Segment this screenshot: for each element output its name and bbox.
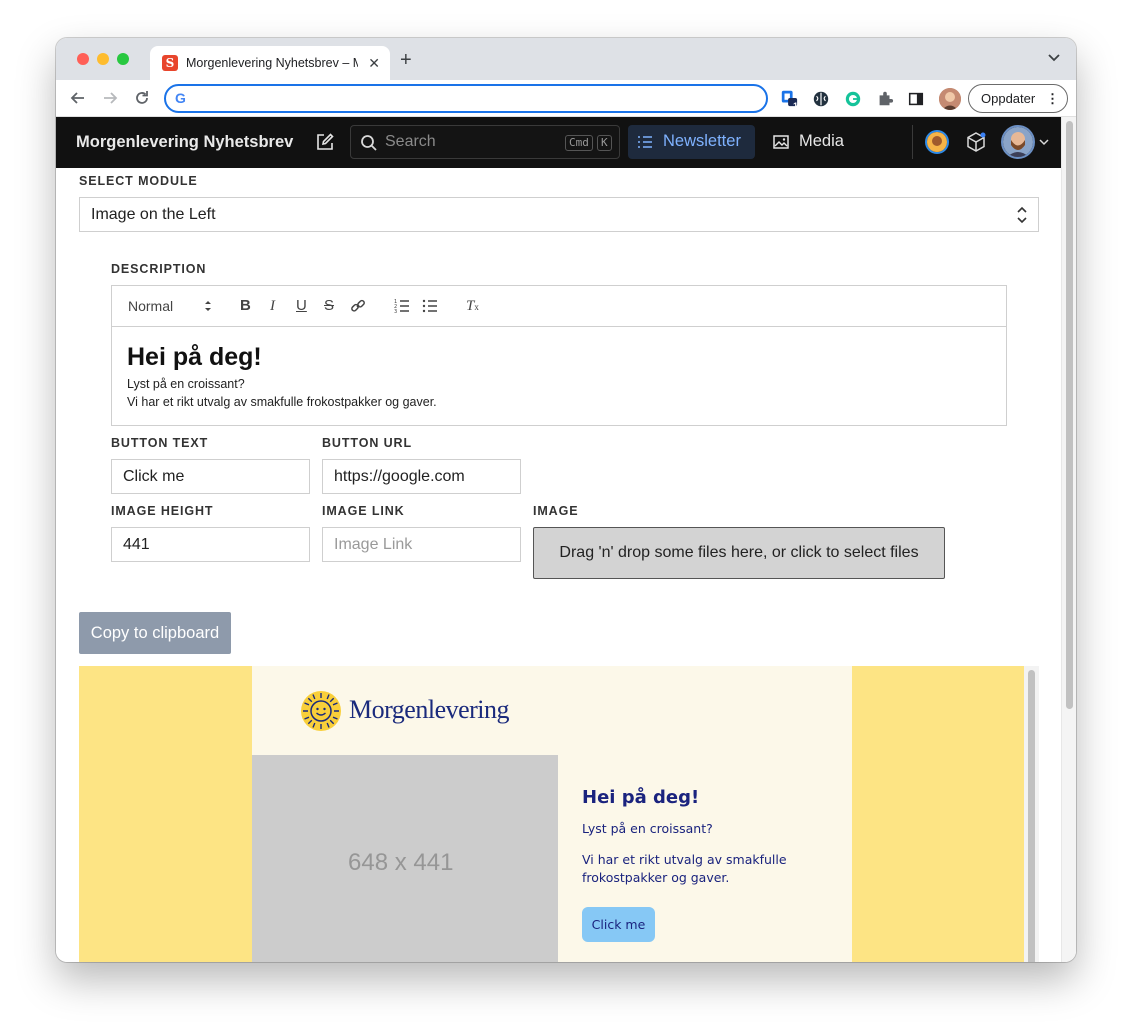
- editor-line-2: Vi har et rikt utvalg av smakfulle froko…: [127, 395, 437, 409]
- browser-tab[interactable]: S Morgenlevering Nyhetsbrev – M ✕: [150, 46, 390, 80]
- grammarly-extension-icon[interactable]: [844, 90, 862, 108]
- search-box[interactable]: Cmd K: [350, 125, 620, 159]
- nav-newsletter-label: Newsletter: [663, 132, 741, 150]
- cube-icon[interactable]: [965, 131, 987, 153]
- tab-strip: S Morgenlevering Nyhetsbrev – M ✕ +: [56, 38, 1076, 80]
- preview-scrollbar[interactable]: [1024, 666, 1039, 962]
- newsletter-preview: Morgenlevering 648 x 441 Hei på deg! Lys…: [79, 666, 1039, 962]
- update-button[interactable]: Oppdater ⋮: [968, 84, 1068, 113]
- link-icon[interactable]: [350, 298, 366, 314]
- forward-icon[interactable]: [100, 88, 120, 108]
- extension-badge-count: 1: [793, 101, 799, 111]
- update-label: Oppdater: [981, 91, 1036, 106]
- editor-heading: Hei på deg!: [127, 343, 262, 371]
- preview-cta-button[interactable]: Click me: [582, 907, 655, 942]
- editor-line-1: Lyst på en croissant?: [127, 377, 245, 391]
- nav-newsletter[interactable]: Newsletter: [628, 125, 755, 159]
- workspace-avatar[interactable]: [925, 130, 949, 154]
- placeholder-size-text: 648 x 441: [348, 849, 454, 876]
- side-panel-icon[interactable]: [907, 90, 925, 108]
- search-input[interactable]: [385, 131, 555, 153]
- browser-profile-avatar[interactable]: [939, 88, 961, 110]
- close-window-button[interactable]: [77, 53, 89, 65]
- minimize-window-button[interactable]: [97, 53, 109, 65]
- rich-text-editor[interactable]: Normal B I U S 123 Tx Hei på deg! Lyst p…: [111, 285, 1007, 426]
- button-text-label: BUTTON TEXT: [111, 436, 209, 450]
- brain-extension-icon[interactable]: [812, 90, 830, 108]
- user-avatar[interactable]: [1001, 125, 1035, 159]
- new-tab-button[interactable]: +: [400, 50, 412, 70]
- nav-media[interactable]: Media: [764, 125, 849, 159]
- app-content: Morgenlevering Nyhetsbrev Cmd K Newslett…: [56, 117, 1076, 962]
- reload-icon[interactable]: [132, 88, 152, 108]
- format-dropdown-arrows-icon: [205, 301, 211, 311]
- module-select-value: Image on the Left: [91, 206, 216, 223]
- copy-to-clipboard-button[interactable]: Copy to clipboard: [79, 612, 231, 654]
- image-placeholder: 648 x 441: [252, 755, 558, 962]
- select-arrows-icon: [1017, 206, 1027, 224]
- preview-card: Morgenlevering 648 x 441 Hei på deg! Lys…: [252, 666, 852, 962]
- browser-window: S Morgenlevering Nyhetsbrev – M ✕ + G 1 …: [56, 38, 1076, 962]
- button-text-input[interactable]: [111, 459, 310, 494]
- preview-title: Hei på deg!: [582, 787, 700, 808]
- edit-icon[interactable]: [315, 132, 335, 152]
- menu-dots-icon: ⋮: [1046, 91, 1059, 106]
- sun-logo-icon: [301, 691, 341, 731]
- button-url-input[interactable]: [322, 459, 521, 494]
- select-module-label: SELECT MODULE: [79, 174, 198, 188]
- chevron-down-icon[interactable]: [1039, 139, 1049, 146]
- underline-icon[interactable]: U: [296, 298, 307, 314]
- header-divider: [912, 125, 913, 159]
- close-tab-icon[interactable]: ✕: [368, 54, 380, 72]
- tab-search-chevron-icon[interactable]: [1048, 54, 1060, 62]
- preview-scroll-thumb[interactable]: [1028, 670, 1035, 962]
- module-select[interactable]: Image on the Left: [79, 197, 1039, 232]
- favicon-icon: S: [162, 55, 178, 71]
- nav-media-label: Media: [799, 132, 844, 150]
- search-icon: [361, 135, 377, 151]
- address-bar[interactable]: G: [164, 84, 768, 113]
- shortcut-cmd: Cmd: [565, 135, 593, 151]
- maximize-window-button[interactable]: [117, 53, 129, 65]
- svg-text:3: 3: [394, 309, 397, 314]
- browser-toolbar: G 1 Oppdater ⋮: [56, 80, 1076, 117]
- app-header: Morgenlevering Nyhetsbrev Cmd K Newslett…: [56, 117, 1061, 168]
- tab-title: Morgenlevering Nyhetsbrev – M: [186, 56, 358, 70]
- bold-icon[interactable]: B: [240, 298, 251, 314]
- preview-line-2: Vi har et rikt utvalg av smakfulle froko…: [582, 852, 787, 885]
- preview-line-1: Lyst på en croissant?: [582, 821, 713, 836]
- back-icon[interactable]: [68, 88, 88, 108]
- page-scroll-thumb[interactable]: [1066, 121, 1073, 709]
- strikethrough-icon[interactable]: S: [324, 298, 334, 314]
- google-icon: G: [175, 90, 186, 106]
- puzzle-extensions-icon[interactable]: [876, 90, 894, 108]
- brand-title[interactable]: Morgenlevering Nyhetsbrev: [76, 133, 293, 152]
- button-url-label: BUTTON URL: [322, 436, 413, 450]
- ordered-list-icon[interactable]: 123: [394, 298, 410, 314]
- format-dropdown[interactable]: Normal: [128, 298, 173, 314]
- image-link-label: IMAGE LINK: [322, 504, 405, 518]
- image-height-input[interactable]: [111, 527, 310, 562]
- image-height-label: IMAGE HEIGHT: [111, 504, 214, 518]
- editor-toolbar: Normal B I U S 123 Tx: [112, 286, 1006, 327]
- image-dropzone[interactable]: Drag 'n' drop some files here, or click …: [533, 527, 945, 579]
- image-icon: [773, 135, 789, 149]
- editor-body[interactable]: Hei på deg! Lyst på en croissant? Vi har…: [127, 342, 437, 411]
- italic-icon[interactable]: I: [270, 298, 275, 314]
- image-label: IMAGE: [533, 504, 579, 518]
- address-input[interactable]: [194, 88, 754, 109]
- description-label: DESCRIPTION: [111, 262, 207, 276]
- brand-logo-text: Morgenlevering: [349, 695, 510, 724]
- clear-format-icon[interactable]: Tx: [466, 298, 479, 315]
- bullet-list-icon[interactable]: [422, 298, 438, 314]
- shortcut-k: K: [597, 135, 612, 151]
- image-link-input[interactable]: [322, 527, 521, 562]
- page-scrollbar[interactable]: [1061, 117, 1076, 962]
- list-icon: [638, 136, 652, 148]
